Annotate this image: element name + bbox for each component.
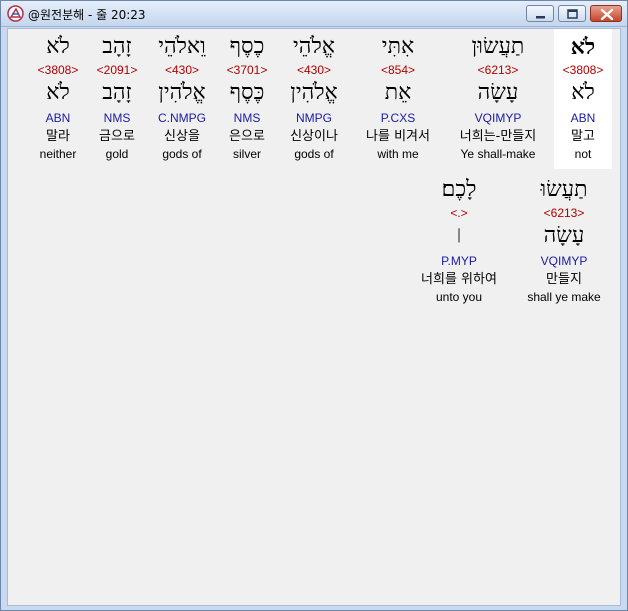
morphology-code: NMS (233, 111, 261, 125)
hebrew-word: אִתִּי (381, 34, 415, 59)
hebrew-word: זָהָב (102, 34, 132, 59)
hebrew-word: לֹא (570, 34, 596, 60)
morphology-code: P.CXS (380, 111, 416, 125)
word-row1-5[interactable]: כֶסֶף <3701> כֶּסֶף NMS 은으로 silver (218, 29, 276, 169)
word-row1-4[interactable]: אֱלֹהֵי <430> אֱלֹהִין NMPG 신상이나 gods of (280, 29, 348, 169)
hebrew-lemma: ׀ (455, 229, 463, 243)
minimize-button[interactable] (526, 5, 554, 22)
hebrew-lemma: אֱלֹהִין (290, 80, 338, 105)
english-gloss: neither (39, 147, 77, 161)
hebrew-word: לֹא (46, 34, 70, 59)
morphology-code: C.NMPG (158, 111, 206, 125)
hebrew-word: תַעֲשׂוּ (540, 177, 588, 202)
minimize-icon (536, 16, 545, 19)
maximize-icon (567, 9, 578, 19)
word-row1-1[interactable]: לֹא <3808> לֹא ABN 말고 not (554, 29, 612, 169)
hebrew-word: כֶסֶף (229, 34, 265, 59)
korean-gloss: 신상이나 (290, 129, 338, 144)
word-row1-2[interactable]: תַעֲשׂוּן <6213> עָשָׂה VQIMYP 너희는-만들지 Y… (446, 29, 550, 169)
interlinear-panel[interactable]: לֹא <3808> לֹא ABN 말고 not תַעֲשׂוּן <621… (7, 28, 621, 606)
korean-gloss: 금으로 (99, 129, 135, 144)
strong-number: <3701> (226, 63, 268, 77)
word-row1-8[interactable]: לֹא <3808> לֹא ABN 말라 neither (32, 29, 84, 169)
morphology-code: NMPG (296, 111, 332, 125)
korean-gloss: 은으로 (229, 129, 265, 144)
close-button[interactable] (590, 5, 622, 22)
strong-number: <2091> (96, 63, 138, 77)
korean-gloss: 너희를 위하여 (421, 272, 497, 287)
app-logo-icon (7, 5, 24, 22)
strong-number: <3808> (37, 63, 79, 77)
strong-number: <6213> (477, 63, 519, 77)
morphology-code: P.MYP (441, 254, 477, 268)
hebrew-lemma: כֶּסֶף (229, 80, 265, 105)
hebrew-lemma: אֱלֹהִין (158, 80, 206, 105)
morphology-code: VQIMYP (474, 111, 522, 125)
strong-number: <6213> (543, 206, 585, 220)
morphology-code: VQIMYP (540, 254, 588, 268)
morphology-code: ABN (570, 111, 596, 125)
korean-gloss: 말고 (571, 129, 595, 144)
korean-gloss: 나를 비겨서 (366, 129, 430, 144)
korean-gloss: 말라 (46, 129, 70, 144)
english-gloss: unto you (435, 290, 483, 304)
hebrew-lemma: זָהָב (102, 80, 132, 105)
app-window: @원전분해 - 줄 20:23 לֹא <3808> לֹא ABN 말고 no… (0, 0, 628, 611)
hebrew-lemma: עָשָׂה (543, 223, 585, 248)
morphology-code: NMS (103, 111, 131, 125)
korean-gloss: 만들지 (546, 272, 582, 287)
english-gloss: gods of (162, 147, 202, 161)
maximize-button[interactable] (558, 5, 586, 22)
hebrew-lemma: עָשָׂה (477, 80, 519, 105)
english-gloss: Ye shall-make (460, 147, 536, 161)
strong-number: <430> (164, 63, 200, 77)
english-gloss: not (574, 147, 592, 161)
strong-number: <854> (380, 63, 416, 77)
english-gloss: with me (377, 147, 419, 161)
strong-number: <.> (450, 206, 468, 220)
strong-number: <430> (296, 63, 332, 77)
morphology-code: ABN (45, 111, 71, 125)
english-gloss: shall ye make (527, 290, 601, 304)
hebrew-word: לָכֶם׃ (441, 177, 477, 202)
close-icon (600, 8, 614, 21)
window-title: @원전분해 - 줄 20:23 (28, 8, 146, 22)
hebrew-word: תַעֲשׂוּן (471, 34, 525, 59)
english-gloss: silver (232, 147, 261, 161)
english-gloss: gods of (294, 147, 334, 161)
english-gloss: gold (105, 147, 129, 161)
hebrew-word: וֵאלֹהֵי (158, 34, 206, 59)
word-row2-2[interactable]: לָכֶם׃ <.> ׀ P.MYP 너희를 위하여 unto you (406, 172, 512, 312)
word-row2-1[interactable]: תַעֲשׂוּ <6213> עָשָׂה VQIMYP 만들지 shall … (516, 172, 612, 312)
korean-gloss: 신상을 (164, 129, 200, 144)
strong-number: <3808> (562, 63, 604, 77)
korean-gloss: 너희는-만들지 (459, 129, 537, 144)
word-row1-3[interactable]: אִתִּי <854> אֵת P.CXS 나를 비겨서 with me (354, 29, 442, 169)
hebrew-lemma: אֵת (384, 80, 412, 105)
hebrew-lemma: לֹא (571, 80, 595, 105)
word-row1-6[interactable]: וֵאלֹהֵי <430> אֱלֹהִין C.NMPG 신상을 gods … (148, 29, 216, 169)
word-row1-7[interactable]: זָהָב <2091> זָהָב NMS 금으로 gold (92, 29, 142, 169)
hebrew-word: אֱלֹהֵי (293, 34, 335, 59)
title-bar[interactable]: @원전분해 - 줄 20:23 (1, 1, 627, 27)
hebrew-lemma: לֹא (46, 80, 70, 105)
